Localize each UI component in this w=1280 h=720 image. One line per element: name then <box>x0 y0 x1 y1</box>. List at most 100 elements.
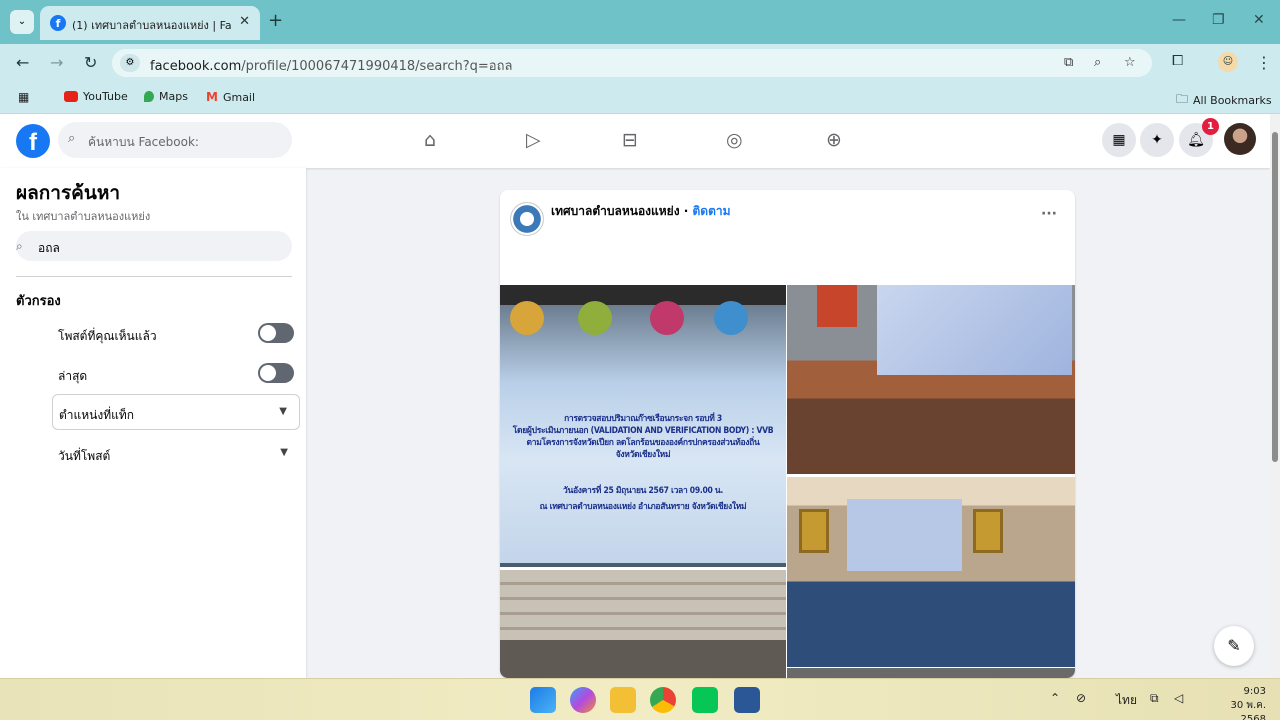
post-header: เทศบาลตำบลหนองแหย่ง · ติดตาม <box>551 202 731 221</box>
display-icon[interactable]: ⧉ <box>1150 691 1159 706</box>
filter-label: ล่าสุด <box>58 369 88 383</box>
marketplace-icon[interactable]: ⊟ <box>622 128 638 152</box>
url-host: facebook.com <box>150 59 242 74</box>
bookmarks-bar: ▦ YouTube Maps M Gmail 🗀 All Bookmarks <box>0 82 1280 114</box>
cast-icon[interactable]: ⧉ <box>1064 55 1073 70</box>
banner-text: วันอังคารที่ 25 มิถุนายน 2567 เวลา 09.00… <box>563 486 723 496</box>
minimize-icon[interactable]: — <box>1172 12 1186 28</box>
banner-text: จังหวัดเชียงใหม่ <box>615 450 671 460</box>
seal-icon <box>714 301 748 335</box>
site-info-icon[interactable]: ⚙ <box>120 54 140 72</box>
photo-banner[interactable]: การตรวจสอบปริมาณก๊าซเรือนกระจก รอบที่ 3 … <box>500 285 786 567</box>
start-windows-icon[interactable] <box>530 687 556 713</box>
back-icon[interactable]: ← <box>16 53 29 72</box>
window-close-icon[interactable]: ✕ <box>1253 12 1265 28</box>
volume-icon[interactable]: ◁ <box>1174 691 1183 705</box>
video-icon[interactable]: ▷ <box>526 128 541 152</box>
all-bookmarks[interactable]: 🗀 All Bookmarks <box>1176 90 1272 111</box>
filter-date-posted[interactable]: วันที่โพสต์ ▼ <box>52 436 300 472</box>
filter-recent[interactable]: ล่าสุด <box>52 356 300 392</box>
address-toolbar: ← → ↻ ⚙ facebook.com/profile/10006747199… <box>0 44 1280 82</box>
restore-icon[interactable]: ❐ <box>1212 12 1225 28</box>
bookmark-maps[interactable]: Maps <box>144 90 188 103</box>
line-app-icon[interactable] <box>692 687 718 713</box>
home-icon[interactable]: ⌂ <box>424 128 436 152</box>
filter-label: ตำแหน่งที่แท็ก <box>59 408 135 422</box>
tray-overflow-icon[interactable]: ⌃ <box>1050 691 1060 705</box>
page-search-input[interactable]: ⌕ อถล <box>16 231 292 261</box>
photo-room[interactable] <box>500 570 786 678</box>
browser-tab-active[interactable]: f (1) เทศบาลตำบลหนองแหย่ง | Faceb ✕ <box>40 6 260 40</box>
folder-icon: 🗀 <box>1176 92 1189 106</box>
bookmark-youtube[interactable]: YouTube <box>64 90 128 103</box>
facebook-logo[interactable]: f <box>16 124 50 158</box>
address-bar[interactable]: ⚙ facebook.com/profile/100067471990418/s… <box>112 49 1152 77</box>
portrait-frame <box>973 509 1003 553</box>
file-explorer-icon[interactable] <box>610 687 636 713</box>
reload-icon[interactable]: ↻ <box>84 53 97 72</box>
new-tab-icon[interactable]: + <box>268 11 283 31</box>
zoom-icon[interactable]: ⌕ <box>1094 55 1101 70</box>
filter-tagged-location[interactable]: ตำแหน่งที่แท็ก ▼ <box>52 394 300 430</box>
bookmark-label: YouTube <box>83 90 128 103</box>
compose-message-icon[interactable]: ✎ <box>1214 626 1254 666</box>
account-avatar[interactable] <box>1224 123 1256 155</box>
clock-date: 30 พ.ค. 2568 <box>1230 700 1266 720</box>
clock[interactable]: 9:03 30 พ.ค. 2568 <box>1202 685 1266 720</box>
youtube-icon <box>64 91 78 102</box>
extensions-icon[interactable]: ⧠ <box>1172 53 1183 69</box>
portrait-frame <box>799 509 829 553</box>
facebook-search-input[interactable]: ⌕ ค้นหาบน Facebook: <box>58 122 292 158</box>
divider <box>16 276 292 277</box>
photo-meeting-1[interactable] <box>787 285 1075 474</box>
search-filter-panel: ผลการค้นหา ใน เทศบาลตำบลหนองแหย่ง ⌕ อถล … <box>0 168 306 678</box>
search-icon: ⌕ <box>16 239 23 253</box>
chevron-down-icon: ▼ <box>279 406 287 417</box>
bookmark-star-icon[interactable]: ☆ <box>1124 55 1136 70</box>
menu-grid-icon[interactable]: ▦ <box>1102 123 1136 157</box>
toggle-switch[interactable] <box>258 363 294 383</box>
search-placeholder: ค้นหาบน Facebook: <box>88 135 199 149</box>
tab-search-chevron-icon[interactable]: ⌄ <box>10 10 34 34</box>
network-icon[interactable]: ⊘ <box>1076 691 1086 705</box>
forward-icon[interactable]: → <box>50 53 63 72</box>
scrollbar-thumb[interactable] <box>1272 132 1278 462</box>
post-author[interactable]: เทศบาลตำบลหนองแหย่ง <box>551 204 680 218</box>
filter-seen-posts[interactable]: โพสต์ที่คุณเห็นแล้ว <box>52 316 300 352</box>
notification-badge: 1 <box>1202 118 1219 135</box>
page-scrollbar[interactable] <box>1270 114 1280 678</box>
tab-close-icon[interactable]: ✕ <box>239 14 250 29</box>
follow-link[interactable]: ติดตาม <box>692 204 730 218</box>
maps-pin-icon <box>144 91 154 102</box>
search-results-title: ผลการค้นหา <box>16 182 121 204</box>
search-query: อถล <box>38 241 60 255</box>
profile-icon[interactable]: ☺ <box>1218 52 1238 72</box>
portrait-frame <box>817 285 857 327</box>
url-text[interactable]: facebook.com/profile/100067471990418/sea… <box>150 55 512 76</box>
apps-grid-icon[interactable]: ▦ <box>18 90 29 104</box>
bookmark-gmail[interactable]: M Gmail <box>206 90 255 104</box>
chevron-down-icon: ▼ <box>280 447 288 458</box>
gaming-icon[interactable]: ⊕ <box>826 128 842 152</box>
groups-icon[interactable]: ◎ <box>726 128 743 152</box>
bookmark-label: Maps <box>159 90 188 103</box>
page-avatar[interactable] <box>510 202 544 236</box>
projector-screen <box>847 499 962 571</box>
browser-menu-icon[interactable]: ⋮ <box>1256 53 1272 72</box>
banner-text: ณ เทศบาลตำบลหนองแหย่ง อำเภอสันทราย จังหว… <box>539 502 747 512</box>
language-indicator[interactable]: ไทย <box>1116 691 1137 710</box>
messenger-icon[interactable]: ✦ <box>1140 123 1174 157</box>
projector-screen <box>877 285 1072 375</box>
photo-more[interactable] <box>787 668 1075 678</box>
photo-meeting-2[interactable] <box>787 477 1075 667</box>
word-icon[interactable] <box>734 687 760 713</box>
copilot-icon[interactable] <box>570 687 596 713</box>
facebook-header: f ⌕ ค้นหาบน Facebook: ⌂ ▷ ⊟ ◎ ⊕ ▦ ✦ 🔔︎ 1 <box>0 114 1270 168</box>
browser-tab-bar: ⌄ f (1) เทศบาลตำบลหนองแหย่ง | Faceb ✕ + … <box>0 0 1280 44</box>
filters-heading: ตัวกรอง <box>16 294 61 309</box>
toggle-switch[interactable] <box>258 323 294 343</box>
url-path: /profile/100067471990418/search?q=อถล <box>241 59 513 74</box>
more-options-icon[interactable]: ··· <box>1041 206 1057 222</box>
seal-icon <box>650 301 684 335</box>
chrome-icon[interactable] <box>650 687 676 713</box>
